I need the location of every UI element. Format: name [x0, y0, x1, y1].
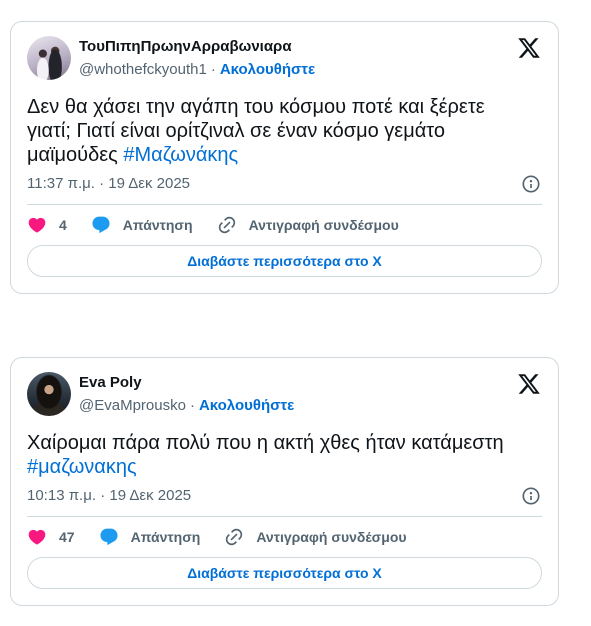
like-button[interactable]: 47 [27, 527, 75, 547]
tweet-text: Δεν θα χάσει την αγάπη του κόσμου ποτέ κ… [27, 95, 524, 167]
handle-line: @EvaMprousko · Ακολουθήστε [79, 396, 294, 416]
handle-line: @whothefckyouth1 · Ακολουθήστε [79, 60, 315, 80]
like-count: 4 [59, 217, 67, 233]
read-more-label: Διαβάστε περισσότερα στο X [187, 253, 382, 269]
read-more-button[interactable]: Διαβάστε περισσότερα στο X [27, 245, 542, 277]
like-count: 47 [59, 529, 75, 545]
info-icon[interactable] [521, 174, 541, 194]
author-info: ΤουΠιπηΠρωηνΑρραβωνιαρα @whothefckyouth1… [79, 36, 315, 80]
follow-link[interactable]: Ακολουθήστε [220, 61, 315, 78]
copy-link-label: Αντιγραφή συνδέσμου [248, 217, 399, 233]
tweet-meta: 10:13 π.μ. · 19 Δεκ 2025 [27, 486, 542, 506]
tweet-header: Eva Poly @EvaMprousko · Ακολουθήστε [27, 372, 542, 416]
read-more-label: Διαβάστε περισσότερα στο X [187, 565, 382, 581]
hashtag-link[interactable]: #μαζωνακης [27, 456, 137, 478]
tweet-meta: 11:37 π.μ. · 19 Δεκ 2025 [27, 174, 542, 194]
like-button[interactable]: 4 [27, 215, 67, 235]
separator: · [189, 397, 195, 414]
heart-icon [28, 529, 46, 545]
author-name[interactable]: Eva Poly [79, 373, 294, 393]
avatar[interactable] [27, 36, 71, 80]
tweet-card: ΤουΠιπηΠρωηνΑρραβωνιαρα @whothefckyouth1… [10, 21, 559, 294]
author-handle[interactable]: @whothefckyouth1 [79, 61, 207, 78]
timestamp[interactable]: 10:13 π.μ. · 19 Δεκ 2025 [27, 486, 191, 506]
author-handle[interactable]: @EvaMprousko [79, 397, 186, 414]
copy-link-button[interactable]: Αντιγραφή συνδέσμου [224, 527, 407, 547]
separator: · [210, 61, 216, 78]
reply-bubble-icon [92, 216, 110, 234]
read-more-button[interactable]: Διαβάστε περισσότερα στο X [27, 557, 542, 589]
divider [27, 204, 542, 205]
x-logo-icon[interactable] [517, 372, 541, 396]
tweet-body: Δεν θα χάσει την αγάπη του κόσμου ποτέ κ… [27, 96, 485, 166]
author-name[interactable]: ΤουΠιπηΠρωηνΑρραβωνιαρα [79, 37, 315, 57]
copy-link-button[interactable]: Αντιγραφή συνδέσμου [217, 215, 399, 235]
action-bar: 4 Απάντηση Αντιγραφή συνδέσμου [27, 209, 542, 241]
reply-label: Απάντηση [122, 217, 193, 233]
action-bar: 47 Απάντηση Αντιγραφή συνδέσμου [27, 521, 542, 553]
reply-label: Απάντηση [130, 529, 201, 545]
follow-link[interactable]: Ακολουθήστε [199, 397, 294, 414]
reply-button[interactable]: Απάντηση [99, 527, 201, 547]
link-icon [218, 216, 235, 234]
copy-link-label: Αντιγραφή συνδέσμου [256, 529, 407, 545]
tweet-text: Χαίρομαι πάρα πολύ που η ακτή χθες ήταν … [27, 431, 524, 479]
hashtag-link[interactable]: #Μαζωνάκης [123, 144, 238, 166]
link-icon [226, 528, 243, 546]
reply-bubble-icon [100, 528, 118, 546]
tweet-card: Eva Poly @EvaMprousko · Ακολουθήστε Χαίρομ… [10, 357, 559, 606]
reply-button[interactable]: Απάντηση [91, 215, 193, 235]
heart-icon [28, 217, 46, 233]
x-logo-icon[interactable] [517, 36, 541, 60]
info-icon[interactable] [521, 486, 541, 506]
author-info: Eva Poly @EvaMprousko · Ακολουθήστε [79, 372, 294, 416]
timestamp[interactable]: 11:37 π.μ. · 19 Δεκ 2025 [27, 174, 190, 194]
tweet-body: Χαίρομαι πάρα πολύ που η ακτή χθες ήταν … [27, 432, 504, 454]
tweet-header: ΤουΠιπηΠρωηνΑρραβωνιαρα @whothefckyouth1… [27, 36, 542, 80]
avatar[interactable] [27, 372, 71, 416]
divider [27, 516, 542, 517]
